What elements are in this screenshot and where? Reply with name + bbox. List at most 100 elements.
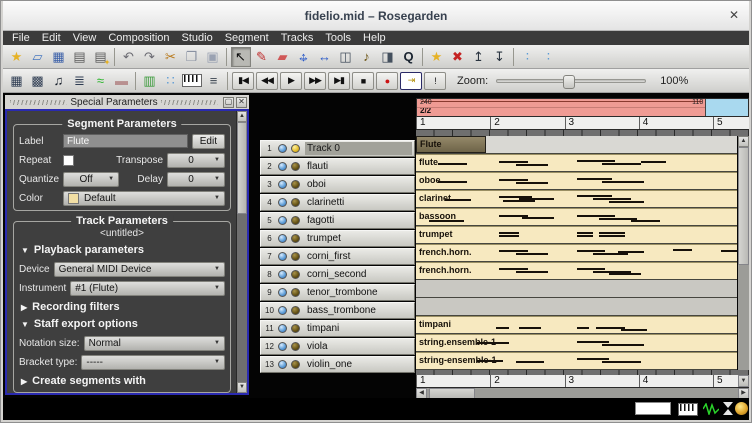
status-text-field[interactable] <box>635 402 671 415</box>
record-led[interactable] <box>291 288 300 297</box>
record-led[interactable] <box>291 162 300 171</box>
menu-tracks[interactable]: Tracks <box>275 31 320 45</box>
panel-scrollbar-thumb[interactable] <box>237 122 247 214</box>
notation-size-dropdown[interactable]: Normal ▼ <box>83 335 225 351</box>
copy-button[interactable]: ❐ <box>182 47 202 67</box>
track-row-corni-second[interactable]: 8 corni_second <box>260 266 415 283</box>
audio-editor-button[interactable]: ≈ <box>91 71 111 91</box>
redo-button[interactable]: ↷ <box>140 47 160 67</box>
bar-ruler-bottom[interactable]: ▼ 12345 <box>416 375 749 388</box>
track-row-viola[interactable]: 12 viola <box>260 338 415 355</box>
segment-oboe[interactable]: oboe <box>416 172 737 189</box>
record-led[interactable] <box>291 342 300 351</box>
mute-led[interactable] <box>278 198 287 207</box>
move-track-up-button[interactable]: ↥ <box>469 47 489 67</box>
menu-help[interactable]: Help <box>357 31 392 45</box>
draw-tool-button[interactable]: ✎ <box>252 47 272 67</box>
segment-label-field[interactable]: Flute <box>63 134 188 148</box>
instrument-dropdown[interactable]: #1 (Flute) ▼ <box>70 280 225 296</box>
mute-led[interactable] <box>278 234 287 243</box>
mute-led[interactable] <box>278 216 287 225</box>
transport-stop-button[interactable]: ■ <box>352 71 374 90</box>
scroll-up-icon[interactable]: ▲ <box>738 136 749 147</box>
transport-play-button[interactable]: ▶ <box>280 71 302 90</box>
record-led[interactable] <box>291 360 300 369</box>
quantize-dropdown[interactable]: Off ▼ <box>63 171 120 187</box>
segment-clarinet[interactable]: clarinet <box>416 190 737 207</box>
mute-led[interactable] <box>278 324 287 333</box>
menu-tools[interactable]: Tools <box>319 31 357 45</box>
segment-selected-flute[interactable]: Flute <box>416 136 486 153</box>
delete-segment-button[interactable]: ✖ <box>448 47 468 67</box>
segment-bassoon[interactable]: bassoon <box>416 208 737 225</box>
transport-end-button[interactable]: ▶▮ <box>328 71 350 90</box>
notation-editor-button[interactable]: ♫ <box>49 71 69 91</box>
toolbar-handle[interactable]: ∶ <box>539 47 559 67</box>
percussion-matrix-button[interactable]: ▩ <box>28 71 48 91</box>
mute-led[interactable] <box>278 288 287 297</box>
mute-led[interactable] <box>278 342 287 351</box>
bar-ruler-top[interactable]: 12345 <box>416 117 749 130</box>
zoom-slider-thumb[interactable] <box>563 74 576 89</box>
menu-studio[interactable]: Studio <box>176 31 219 45</box>
mute-led[interactable] <box>278 360 287 369</box>
bar-ruler-cell-2[interactable]: 2 <box>490 117 564 129</box>
add-segment-button[interactable]: ★ <box>427 47 447 67</box>
quantize-button[interactable]: Q <box>399 47 419 67</box>
create-segments-section[interactable]: ▶ Create segments with <box>21 375 225 387</box>
bar-ruler-cell-5[interactable]: 5 <box>713 375 751 387</box>
tempo-editor-button[interactable]: ▬ <box>112 71 132 91</box>
track-row-trumpet[interactable]: 6 trumpet <box>260 230 415 247</box>
menu-edit[interactable]: Edit <box>36 31 67 45</box>
track-row-bass-trombone[interactable]: 10 bass_trombone <box>260 302 415 319</box>
erase-tool-button[interactable]: ▰ <box>273 47 293 67</box>
mute-led[interactable] <box>278 270 287 279</box>
special-parameters-titlebar[interactable]: Special Parameters ▢ ✕ <box>5 95 249 109</box>
color-dropdown[interactable]: Default ▼ <box>63 190 225 206</box>
transport-ffwd-button[interactable]: ▶▶ <box>304 71 326 90</box>
save-file-button[interactable]: ▦ <box>49 47 69 67</box>
mute-led[interactable] <box>278 252 287 261</box>
record-led[interactable] <box>291 198 300 207</box>
paste-button[interactable]: ▣ <box>203 47 223 67</box>
bar-ruler-cell-4[interactable]: 4 <box>638 117 713 129</box>
record-led[interactable] <box>291 252 300 261</box>
bar-ruler-cell-3[interactable]: 3 <box>564 117 639 129</box>
record-led[interactable] <box>291 216 300 225</box>
record-led[interactable] <box>291 234 300 243</box>
undo-button[interactable]: ↶ <box>119 47 139 67</box>
mute-led[interactable] <box>278 162 287 171</box>
transport-begin-button[interactable]: ▮◀ <box>232 71 254 90</box>
playback-parameters-section[interactable]: ▼ Playback parameters <box>21 244 225 256</box>
record-led[interactable] <box>291 306 300 315</box>
tempo-ruler[interactable]: 240 110 2/2 <box>416 98 749 117</box>
scroll-up-icon[interactable]: ▲ <box>237 111 247 122</box>
segment-timpani[interactable]: timpani <box>416 316 737 333</box>
canvas-empty-row[interactable] <box>416 298 737 315</box>
segment-french-horn-[interactable]: french.horn. <box>416 244 737 261</box>
mute-led[interactable] <box>278 180 287 189</box>
vertical-scrollbar-thumb[interactable] <box>738 147 749 265</box>
print-button[interactable]: ▤ <box>70 47 90 67</box>
menu-composition[interactable]: Composition <box>102 31 175 45</box>
move-track-down-button[interactable]: ↧ <box>490 47 510 67</box>
track-row-timpani[interactable]: 11 timpani <box>260 320 415 337</box>
repeat-checkbox[interactable] <box>63 154 74 166</box>
menu-file[interactable]: File <box>6 31 36 45</box>
transport-rewind-button[interactable]: ◀◀ <box>256 71 278 90</box>
canvas-track-row[interactable]: Flute <box>416 136 737 153</box>
segment-french-horn-[interactable]: french.horn. <box>416 262 737 279</box>
resize-tool-button[interactable]: ↔ <box>315 47 335 67</box>
event-list-button[interactable]: ≣ <box>70 71 90 91</box>
track-row-corni-first[interactable]: 7 corni_first <box>260 248 415 265</box>
record-led[interactable] <box>291 144 300 153</box>
panel-close-icon[interactable]: ✕ <box>236 96 248 108</box>
bar-ruler-cell-4[interactable]: 4 <box>638 375 713 387</box>
segment-flute[interactable]: flute <box>416 154 737 171</box>
track-row-violin-one[interactable]: 13 violin_one <box>260 356 415 373</box>
segment-trumpet[interactable]: trumpet <box>416 226 737 243</box>
scroll-down-icon[interactable]: ▼ <box>237 382 247 393</box>
recording-filters-section[interactable]: ▶ Recording filters <box>21 301 225 313</box>
menu-segment[interactable]: Segment <box>219 31 275 45</box>
track-row-track-0[interactable]: 1 Track 0 <box>260 140 415 157</box>
